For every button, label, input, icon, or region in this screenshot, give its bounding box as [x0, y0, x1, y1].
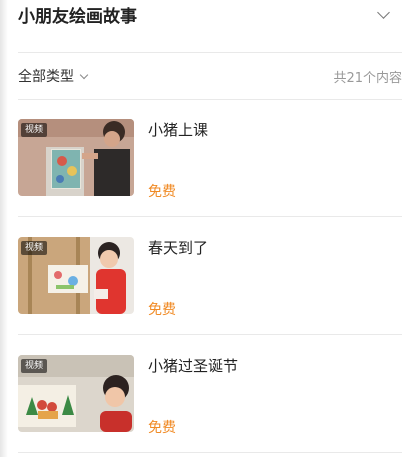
content-count: 共21个内容 [333, 70, 402, 86]
video-thumbnail[interactable]: 视频 [18, 355, 134, 432]
collection-title: 小朋友绘画故事 [18, 6, 137, 27]
video-thumbnail[interactable]: 视频 [18, 119, 134, 196]
item-title[interactable]: 春天到了 [148, 237, 208, 258]
video-badge: 视频 [21, 359, 48, 373]
video-badge: 视频 [21, 123, 48, 137]
video-badge: 视频 [21, 241, 48, 255]
panel-shadow [0, 0, 8, 457]
price-label: 免费 [148, 420, 176, 436]
chevron-down-icon[interactable] [377, 5, 390, 19]
price-label: 免费 [148, 302, 176, 318]
collection-header[interactable]: 小朋友绘画故事 [18, 0, 402, 52]
type-filter-dropdown[interactable]: 全部类型 [18, 66, 89, 86]
item-title[interactable]: 小猪上课 [148, 119, 208, 140]
list-item[interactable]: 视频 小猪上课 免费 [18, 99, 402, 216]
type-filter-label: 全部类型 [18, 69, 74, 85]
item-divider [18, 452, 402, 453]
filter-bar: 全部类型 共21个内容 [18, 53, 402, 99]
list-item[interactable]: 视频 春天到了 免费 [18, 217, 402, 334]
item-title[interactable]: 小猪过圣诞节 [148, 355, 238, 376]
price-label: 免费 [148, 184, 176, 200]
video-thumbnail[interactable]: 视频 [18, 237, 134, 314]
list-item[interactable]: 视频 小猪过圣诞节 免费 [18, 335, 402, 452]
chevron-down-icon [79, 70, 89, 79]
